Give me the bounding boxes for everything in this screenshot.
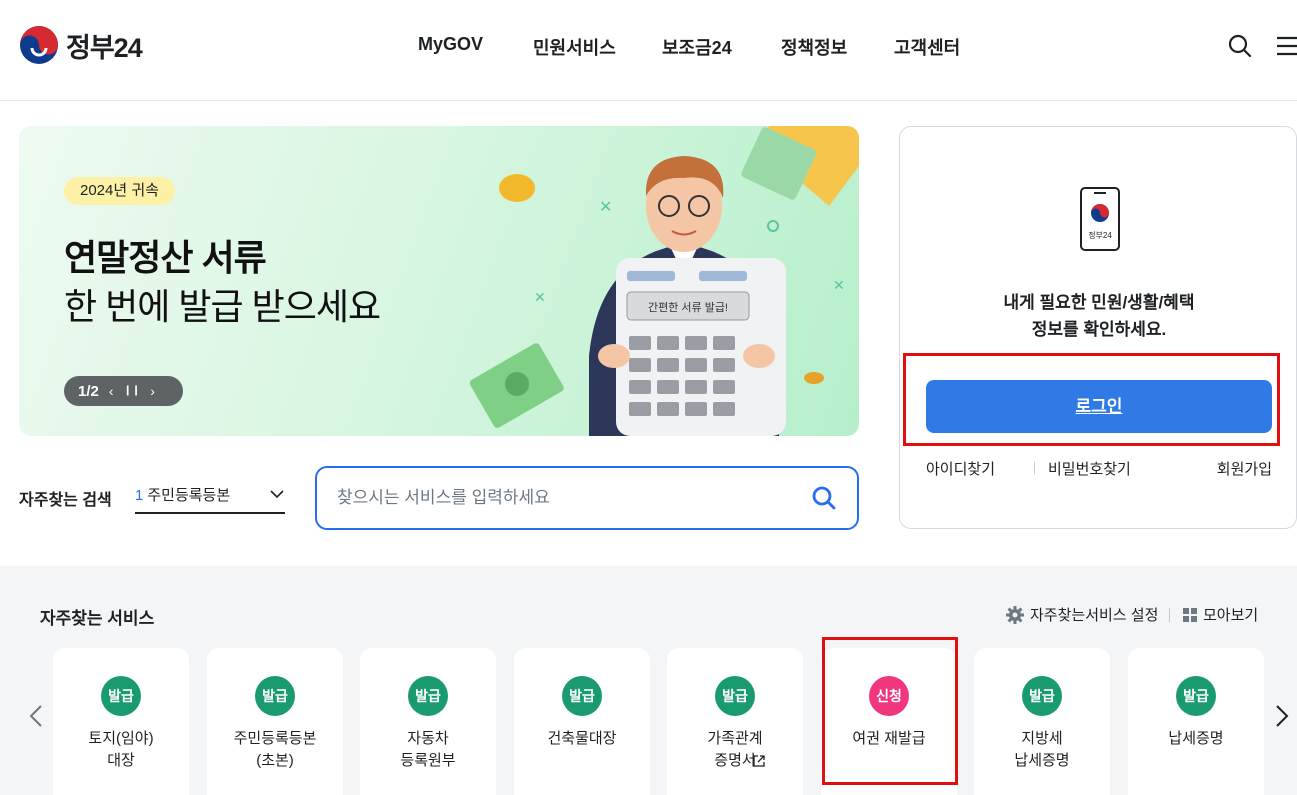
svg-text:✕: ✕ [599,199,612,216]
search-box [315,466,859,530]
login-button[interactable]: 로그인 [926,380,1272,433]
login-message-line2: 정보를 확인하세요. [1031,320,1167,339]
chevron-left-icon[interactable] [26,704,46,728]
calculator-label: 간편한 서류 발급! [648,301,728,314]
nav-civil-services[interactable]: 민원서비스 [533,34,616,60]
login-message: 내게 필요한 민원/생활/혜택 정보를 확인하세요. [900,289,1297,343]
issue-badge: 발급 [715,676,755,716]
menu-icon[interactable] [1271,33,1297,59]
svg-text:✕: ✕ [534,289,546,305]
service-name: 납세증명 [1168,730,1224,747]
service-card-land-register[interactable]: 발급 토지(임야) 대장 [53,648,189,795]
login-panel: 정부24 내게 필요한 민원/생활/혜택 정보를 확인하세요. 로그인 아이디찾… [899,126,1297,529]
settings-label: 자주찾는서비스 설정 [1030,607,1159,624]
login-links: 아이디찾기 비밀번호찾기 회원가입 [926,458,1272,478]
main-banner[interactable]: 2024년 귀속 연말정산 서류 한 번에 발급 받으세요 ✕ ✕ ✕ 간편한 … [19,126,859,436]
banner-pagination: 1/2 ‹ ❙❙ › [64,376,183,406]
next-icon[interactable]: › [150,376,155,406]
frequent-services-settings[interactable]: 자주찾는서비스 설정 [1006,604,1158,625]
link-divider [1034,462,1035,474]
site-header: 정부24 MyGOV 민원서비스 보조금24 정책정보 고객센터 [0,0,1297,101]
issue-badge: 발급 [1176,676,1216,716]
frequent-services-title: 자주찾는 서비스 [40,609,155,628]
service-name: 주민등록등본 (초본) [233,730,317,769]
service-card-local-tax-certificate[interactable]: 발급 지방세 납세증명 [974,648,1110,795]
grid-icon [1183,607,1197,622]
services-divider [1169,608,1170,622]
nav-customer-center[interactable]: 고객센터 [894,34,960,60]
main-navigation: MyGOV 민원서비스 보조금24 정책정보 고객센터 [0,34,1297,58]
gear-icon [1006,605,1024,624]
favorite-search-label: 자주찾는 검색 [19,492,112,509]
frequent-services-section: 자주찾는 서비스 자주찾는서비스 설정 모아보기 발급 토지(임야) 대장 발급… [0,566,1297,795]
external-link-icon [753,755,765,767]
issue-badge: 발급 [408,676,448,716]
issue-badge: 발급 [255,676,295,716]
prev-icon[interactable]: ‹ [109,376,114,406]
service-card-tax-certificate[interactable]: 발급 납세증명 [1128,648,1264,795]
search-button-icon[interactable] [811,485,837,511]
apply-badge: 신청 [869,676,909,716]
view-all-label: 모아보기 [1203,607,1259,624]
banner-page-indicator: 1/2 [78,382,99,400]
service-card-building-register[interactable]: 발급 건축물대장 [514,648,650,795]
view-all-services[interactable]: 모아보기 [1183,604,1258,625]
service-name: 자동차 등록원부 [400,730,456,769]
search-input[interactable] [337,486,777,510]
signup-link[interactable]: 회원가입 [1217,458,1272,479]
issue-badge: 발급 [101,676,141,716]
banner-tag: 2024년 귀속 [64,177,175,205]
nav-policy-info[interactable]: 정책정보 [781,34,847,60]
nav-subsidy24[interactable]: 보조금24 [662,34,732,60]
favorite-search-select[interactable]: 1 주민등록등본 [135,484,285,514]
favorite-search-rank: 1 [135,487,144,504]
find-id-link[interactable]: 아이디찾기 [926,458,995,479]
issue-badge: 발급 [1022,676,1062,716]
pause-icon[interactable]: ❙❙ [124,376,141,406]
find-password-link[interactable]: 비밀번호찾기 [1048,458,1131,479]
svg-text:✕: ✕ [833,277,845,293]
issue-badge: 발급 [562,676,602,716]
chevron-down-icon [270,490,284,499]
favorite-search-value: 주민등록등본 [147,487,231,504]
search-icon[interactable] [1227,33,1253,59]
service-name: 지방세 납세증명 [1014,730,1070,769]
service-name: 가족관계 증명서 [707,730,763,769]
login-message-line1: 내게 필요한 민원/생활/혜택 [1003,293,1195,312]
mobile-id-label: 정부24 [1088,230,1112,240]
service-card-resident-register[interactable]: 발급 주민등록등본 (초본) [207,648,343,795]
chevron-right-icon[interactable] [1272,704,1292,728]
service-card-vehicle-register[interactable]: 발급 자동차 등록원부 [360,648,496,795]
service-card-family-certificate[interactable]: 발급 가족관계 증명서 [667,648,803,795]
service-name: 건축물대장 [547,730,617,747]
banner-subtitle: 한 번에 발급 받으세요 [64,286,381,327]
nav-mygov[interactable]: MyGOV [418,34,483,55]
banner-illustration: ✕ ✕ ✕ 간편한 서류 발급! [469,126,859,436]
service-name: 여권 재발급 [852,730,926,747]
service-card-passport-reissue[interactable]: 신청 여권 재발급 [821,648,957,795]
mobile-id-icon: 정부24 [1080,187,1120,251]
service-name: 토지(임야) 대장 [88,730,154,769]
banner-title: 연말정산 서류 [64,237,267,278]
